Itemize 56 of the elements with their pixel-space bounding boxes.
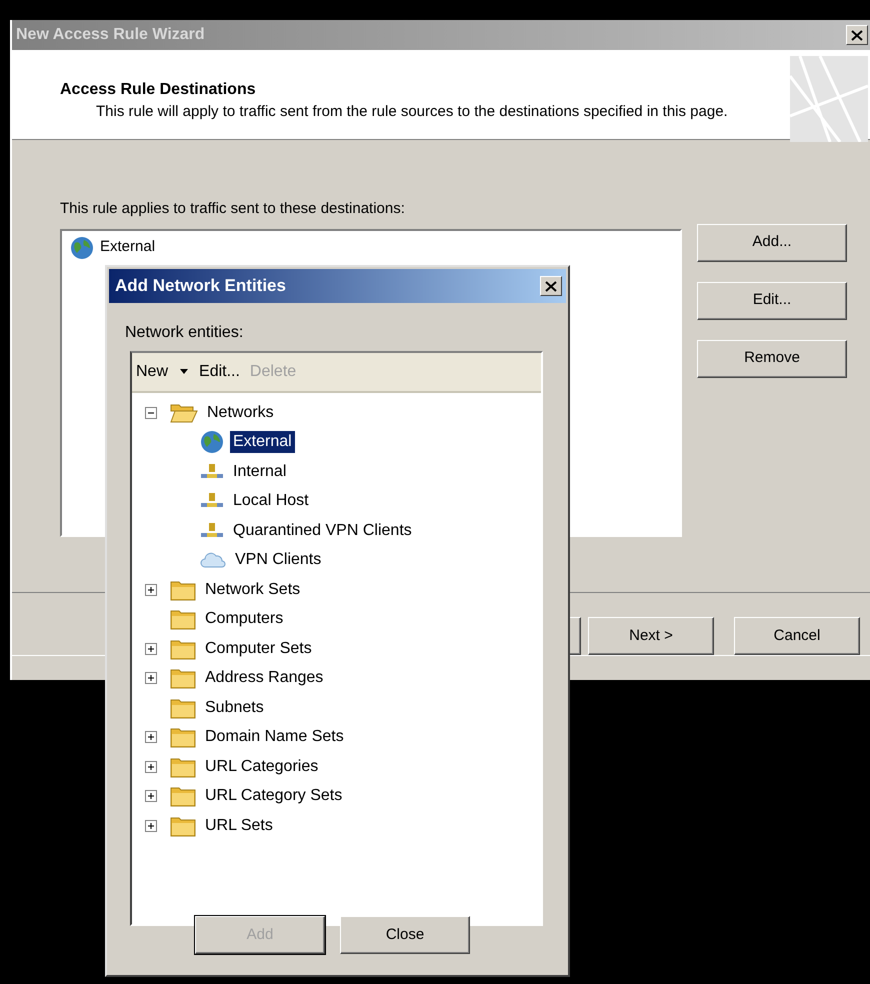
close-icon: [545, 280, 557, 292]
dialog-button[interactable]: Close: [340, 916, 470, 954]
entities-label: Network entities:: [125, 323, 244, 343]
side-button[interactable]: Remove: [697, 340, 847, 378]
tree-item[interactable]: Local Host: [230, 490, 312, 512]
tree-item[interactable]: Quarantined VPN Clients: [230, 520, 415, 542]
globe-icon: [200, 430, 224, 454]
toolbar-button[interactable]: New: [136, 360, 190, 384]
tree-item[interactable]: Computers: [202, 608, 286, 630]
expand-toggle[interactable]: [145, 760, 157, 773]
list-item[interactable]: External: [100, 236, 156, 259]
tree-item[interactable]: Network Sets: [202, 578, 304, 601]
folder-icon: [170, 785, 196, 808]
side-button[interactable]: Edit...: [697, 282, 847, 320]
expand-toggle[interactable]: [145, 642, 157, 655]
folder-icon: [170, 578, 196, 601]
tree-item[interactable]: Address Ranges: [202, 667, 326, 690]
side-button[interactable]: Add...: [697, 224, 847, 262]
destinations-label: This rule applies to traffic sent to these destinations:: [60, 199, 406, 219]
expand-toggle[interactable]: [145, 584, 157, 596]
tree-item[interactable]: Computer Sets: [202, 638, 315, 660]
page-description: This rule will apply to traffic sent from the rule sources to the destinations specified in this page.: [95, 102, 729, 121]
window-title: New Access Rule Wizard: [16, 25, 205, 45]
folder-icon: [170, 696, 196, 719]
folder-icon: [170, 608, 196, 630]
toolbar-button[interactable]: Edit...: [199, 360, 240, 384]
expand-toggle[interactable]: [145, 790, 157, 802]
tree-item[interactable]: URL Categories: [202, 756, 322, 778]
expand-toggle[interactable]: [145, 820, 157, 832]
folder-icon: [170, 814, 196, 837]
expand-toggle[interactable]: [145, 672, 157, 684]
collapse-toggle[interactable]: [145, 406, 157, 419]
cloud-icon: [200, 550, 226, 570]
close-button[interactable]: [846, 25, 868, 45]
tree-item[interactable]: Subnets: [202, 696, 267, 719]
tree-item[interactable]: Domain Name Sets: [202, 726, 347, 748]
folder-icon: [170, 638, 196, 660]
folder-icon: [170, 756, 196, 778]
page-heading: Access Rule Destinations: [60, 80, 257, 100]
dialog-title: Add Network Entities: [115, 275, 286, 298]
folder-icon: [170, 667, 196, 690]
tree-item[interactable]: Networks: [204, 402, 277, 424]
caret-icon: [179, 369, 190, 375]
close-icon: [851, 30, 863, 40]
close-button[interactable]: [540, 276, 562, 296]
tree-item[interactable]: External: [230, 431, 295, 454]
tree-item[interactable]: URL Category Sets: [202, 785, 346, 808]
footer-button[interactable]: Cancel: [734, 617, 860, 655]
open-folder-icon: [170, 402, 198, 424]
tree-item[interactable]: URL Sets: [202, 814, 276, 837]
footer-button[interactable]: Next >: [588, 617, 714, 655]
tree-item[interactable]: VPN Clients: [232, 549, 324, 572]
tree-item[interactable]: Internal: [230, 460, 290, 483]
expand-toggle[interactable]: [145, 731, 157, 744]
folder-icon: [170, 726, 196, 748]
globe-icon: [70, 236, 94, 260]
